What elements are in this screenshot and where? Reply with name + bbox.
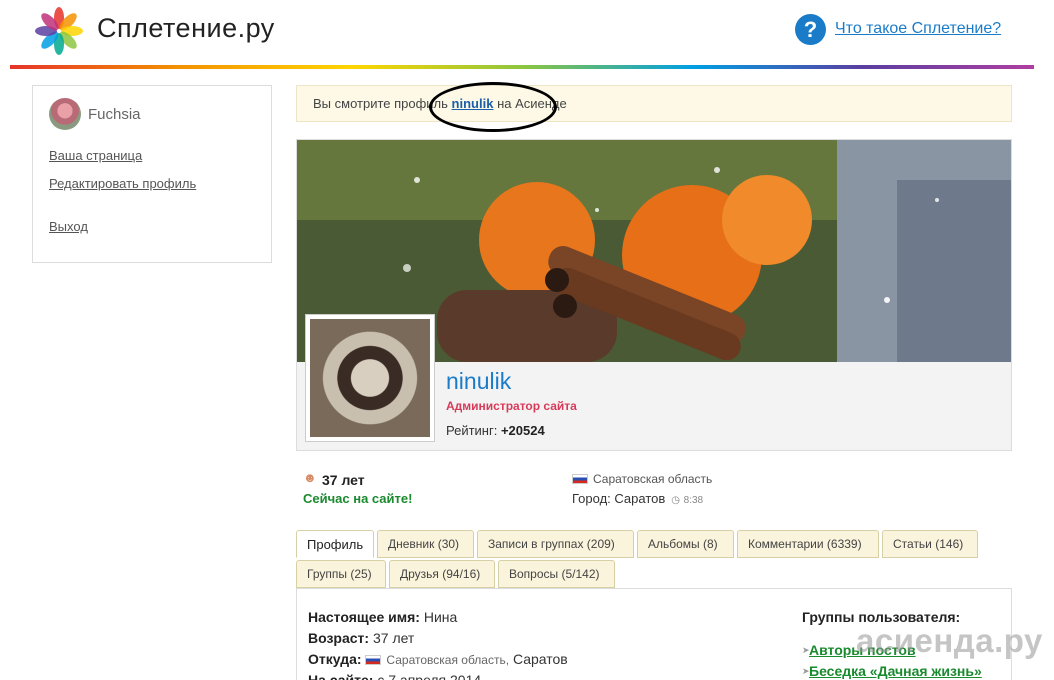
current-user-name[interactable]: Fuchsia xyxy=(88,106,141,123)
from-row: Откуда: Саратовская область, Саратов xyxy=(308,651,568,667)
tab-groups[interactable]: Группы (25) xyxy=(296,560,386,588)
profile-username[interactable]: ninulik xyxy=(446,368,511,395)
flag-russia-icon xyxy=(365,655,382,665)
from-label: Откуда: xyxy=(308,651,362,667)
rating-label: Рейтинг: xyxy=(446,423,498,438)
help-question-icon[interactable]: ? xyxy=(795,14,826,45)
tab-profile[interactable]: Профиль xyxy=(296,530,374,558)
real-name-value: Нина xyxy=(423,609,458,625)
flag-russia-icon xyxy=(572,474,588,484)
tab-comments[interactable]: Комментарии (6339) xyxy=(737,530,879,558)
logo-text[interactable]: Сплетение.ру xyxy=(97,13,275,44)
profile-card: ninulik Администратор сайта Рейтинг: +20… xyxy=(296,139,1012,451)
age-label: Возраст: xyxy=(308,630,370,646)
local-time: 8:38 xyxy=(683,495,704,506)
profile-city: Город: Саратов ◷ 8:38 xyxy=(572,491,703,506)
tab-questions[interactable]: Вопросы (5/142) xyxy=(498,560,615,588)
since-label: На сайте: xyxy=(308,672,374,680)
age-person-icon: ☻ xyxy=(303,470,317,485)
since-row: На сайте: с 7 апреля 2014 xyxy=(308,672,481,680)
my-page-link[interactable]: Ваша страница xyxy=(49,148,142,163)
tab-friends[interactable]: Друзья (94/16) xyxy=(389,560,495,588)
since-value: с 7 апреля 2014 xyxy=(377,672,482,680)
region-text: Саратовская область xyxy=(593,472,713,486)
tab-diary[interactable]: Дневник (30) xyxy=(377,530,474,558)
site-watermark: асиенда.ру xyxy=(856,622,1043,659)
profile-photo[interactable] xyxy=(305,314,435,442)
rating-value: +20524 xyxy=(500,423,545,438)
logo-flower-icon[interactable] xyxy=(32,4,86,58)
avatar[interactable] xyxy=(49,98,81,130)
profile-age: 37 лет xyxy=(322,472,365,488)
from-city: Саратов xyxy=(512,651,568,667)
tab-articles[interactable]: Статьи (146) xyxy=(882,530,978,558)
tab-group-posts[interactable]: Записи в группах (209) xyxy=(477,530,634,558)
annotation-oval xyxy=(429,82,557,132)
real-name-label: Настоящее имя: xyxy=(308,609,420,625)
site-header: Сплетение.ру ? Что такое Сплетение? xyxy=(0,0,1054,64)
profile-rating: Рейтинг: +20524 xyxy=(446,423,545,438)
tab-albums[interactable]: Альбомы (8) xyxy=(637,530,734,558)
user-sidebar: Fuchsia Ваша страница Редактировать проф… xyxy=(32,85,272,263)
edit-profile-link[interactable]: Редактировать профиль xyxy=(49,176,196,191)
city-text: Город: Саратов xyxy=(572,491,666,506)
rainbow-divider xyxy=(10,65,1034,69)
online-status: Сейчас на сайте! xyxy=(303,491,413,506)
clock-icon: ◷ xyxy=(671,495,681,506)
profile-role: Администратор сайта xyxy=(446,399,577,413)
what-is-link[interactable]: Что такое Сплетение? xyxy=(835,20,1001,38)
profile-region: Саратовская область xyxy=(572,472,712,486)
profile-photo-image xyxy=(310,319,430,437)
age-value: 37 лет xyxy=(372,630,415,646)
from-region: Саратовская область, xyxy=(386,653,510,667)
logout-link[interactable]: Выход xyxy=(49,219,88,234)
real-name-row: Настоящее имя: Нина xyxy=(308,609,457,625)
group-link-dacha[interactable]: Беседка «Дачная жизнь» xyxy=(809,663,982,679)
profile-notice: Вы смотрите профиль ninulik на Асиенде xyxy=(296,85,1012,122)
notice-prefix: Вы смотрите профиль xyxy=(313,96,448,111)
age-row: Возраст: 37 лет xyxy=(308,630,414,646)
